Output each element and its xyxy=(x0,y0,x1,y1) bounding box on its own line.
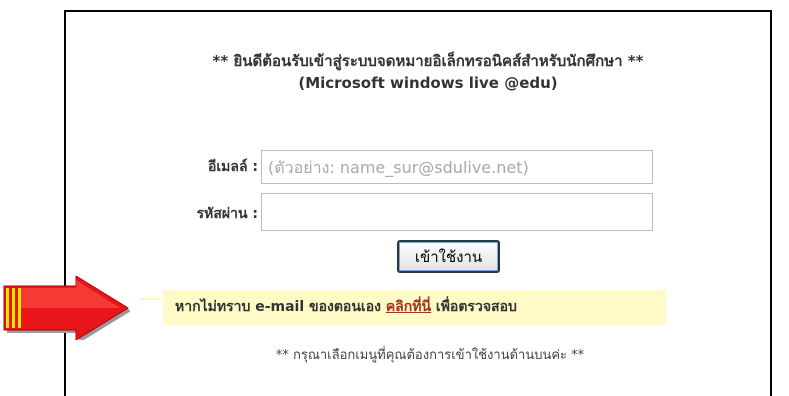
password-input[interactable] xyxy=(261,193,653,231)
welcome-line-1: ** ยินดีต้อนรับเข้าสู่ระบบจดหมายอิเล็กทร… xyxy=(212,52,644,70)
click-here-link[interactable]: คลิกที่นี่ xyxy=(386,299,431,315)
hint-text-after: เพื่อตรวจสอบ xyxy=(431,299,517,315)
hint-connector xyxy=(140,298,162,300)
frame-top-border xyxy=(64,10,772,12)
welcome-message: ** ยินดีต้อนรับเข้าสู่ระบบจดหมายอิเล็กทร… xyxy=(118,50,738,94)
welcome-line-2: (Microsoft windows live @edu) xyxy=(298,74,558,92)
right-arrow-icon xyxy=(3,276,130,340)
menu-instruction: ** กรุณาเลือกเมนูที่คุณต้องการเข้าใช้งาน… xyxy=(275,348,585,363)
hint-text-before: หากไม่ทราบ e-mail ของตอนเอง xyxy=(175,299,386,315)
login-button[interactable]: เข้าใช้งาน xyxy=(397,240,500,273)
frame-right-border xyxy=(770,10,772,396)
password-label: รหัสผ่าน : xyxy=(196,206,258,222)
email-input[interactable] xyxy=(261,150,653,184)
email-label: อีเมลล์ : xyxy=(207,159,258,175)
email-lookup-hint: หากไม่ทราบ e-mail ของตอนเอง คลิกที่นี่ เ… xyxy=(163,290,666,325)
